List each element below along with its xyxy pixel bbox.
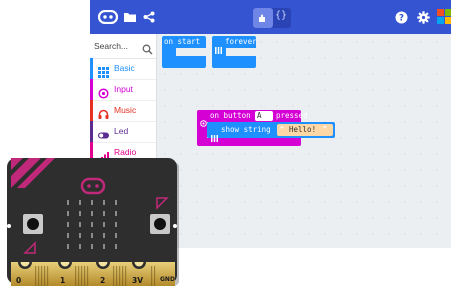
category-label: Radio — [114, 147, 137, 157]
edge-connector: 0 1 2 3V GND — [11, 262, 175, 286]
grid-icon — [98, 63, 109, 78]
close-quote-icon: ❞ — [323, 125, 327, 133]
blocks-workspace[interactable]: on start forever on button A pressed sho… — [157, 34, 451, 248]
folder-icon[interactable] — [122, 9, 138, 25]
on-button-prefix: on button — [210, 111, 251, 120]
toolbox-category-led[interactable]: Led — [90, 121, 156, 143]
button-a[interactable] — [23, 214, 43, 234]
target-icon — [98, 84, 109, 99]
category-label: Led — [114, 126, 129, 136]
category-color-bar — [90, 121, 93, 142]
search-input[interactable] — [94, 38, 136, 54]
string-value: Hello! — [289, 125, 317, 134]
category-color-bar — [90, 100, 93, 121]
top-toolbar: {} ? — [90, 0, 451, 34]
pin-label: 2 — [100, 276, 106, 285]
category-color-bar — [90, 58, 93, 79]
show-string-label: show string — [221, 125, 271, 134]
headphones-icon — [98, 105, 109, 119]
svg-text:?: ? — [399, 13, 404, 23]
category-label: Basic — [114, 63, 135, 73]
toggle-icon — [98, 126, 109, 139]
signal-bars-icon — [98, 147, 109, 162]
help-icon[interactable]: ? — [393, 9, 409, 25]
microbit-board: 0 1 2 3V GND — [7, 158, 180, 287]
pin-label: 0 — [16, 276, 22, 285]
toolbox-category-input[interactable]: Input — [90, 79, 156, 101]
toolbox-search — [90, 34, 156, 59]
on-button-suffix: pressed — [276, 111, 308, 120]
pin-label: GND — [160, 276, 175, 283]
button-dropdown-value: A — [257, 111, 262, 120]
button-dropdown[interactable]: A — [255, 111, 273, 129]
string-input[interactable]: ❝ Hello! ❞ — [277, 124, 333, 136]
microsoft-logo-icon — [437, 9, 451, 25]
share-icon[interactable] — [141, 9, 157, 25]
grid-icon — [211, 127, 218, 146]
javascript-mode-button[interactable]: {} — [275, 10, 287, 21]
on-start-label: on start — [164, 37, 201, 46]
pin-label: 3V — [132, 276, 144, 285]
microbit-logo-icon[interactable] — [98, 9, 118, 25]
button-b[interactable] — [150, 214, 170, 234]
category-label: Music — [114, 105, 137, 115]
editor-mode-toggle: {} — [253, 8, 291, 28]
search-icon[interactable] — [142, 40, 153, 59]
pin-label: 1 — [60, 276, 66, 285]
toolbox-category-music[interactable]: Music — [90, 100, 156, 122]
category-color-bar — [90, 79, 93, 100]
forever-label: forever — [225, 37, 257, 46]
grid-icon — [215, 39, 222, 58]
toolbox-category-basic[interactable]: Basic — [90, 58, 156, 80]
puzzle-icon[interactable] — [253, 8, 273, 28]
target-icon — [200, 112, 207, 131]
gear-icon[interactable] — [415, 9, 431, 25]
open-quote-icon: ❝ — [280, 125, 284, 133]
category-label: Input — [114, 84, 133, 94]
